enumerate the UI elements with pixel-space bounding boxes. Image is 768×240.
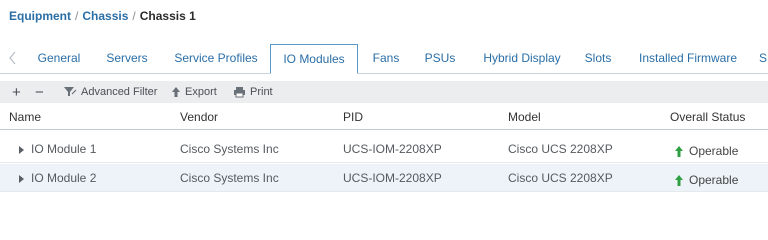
advanced-filter-button[interactable]: Advanced Filter bbox=[63, 81, 157, 103]
print-button[interactable]: Print bbox=[233, 81, 273, 103]
tab-slots[interactable]: Slots bbox=[578, 44, 618, 74]
tab-servers[interactable]: Servers bbox=[98, 44, 156, 74]
breadcrumb-separator: / bbox=[75, 9, 79, 23]
breadcrumb-equipment[interactable]: Equipment bbox=[9, 9, 71, 23]
column-header-model[interactable]: Model bbox=[508, 105, 541, 130]
tab-installed-firmware[interactable]: Installed Firmware bbox=[632, 44, 744, 74]
cell-vendor: Cisco Systems Inc bbox=[180, 142, 279, 156]
minus-icon: − bbox=[35, 83, 44, 101]
export-label: Export bbox=[185, 86, 217, 98]
column-header-name[interactable]: Name bbox=[9, 105, 41, 130]
cell-overall-status: Operable bbox=[675, 166, 738, 194]
cell-model: Cisco UCS 2208XP bbox=[508, 171, 613, 185]
remove-button[interactable]: − bbox=[35, 81, 44, 103]
breadcrumb-current: Chassis 1 bbox=[139, 9, 196, 23]
cell-pid: UCS-IOM-2208XP bbox=[343, 171, 442, 185]
breadcrumb-chassis[interactable]: Chassis bbox=[82, 9, 128, 23]
advanced-filter-label: Advanced Filter bbox=[81, 86, 158, 98]
column-header-overall-status[interactable]: Overall Status bbox=[670, 105, 745, 130]
tab-hybrid-display[interactable]: Hybrid Display bbox=[476, 44, 568, 74]
expand-arrow-icon[interactable] bbox=[19, 175, 24, 183]
table-row[interactable]: IO Module 2 Cisco Systems Inc UCS-IOM-22… bbox=[0, 164, 768, 192]
status-up-arrow-icon bbox=[675, 175, 683, 186]
cell-model: Cisco UCS 2208XP bbox=[508, 142, 613, 156]
add-button[interactable]: + bbox=[12, 81, 21, 103]
cell-overall-status: Operable bbox=[675, 137, 738, 165]
export-icon bbox=[172, 87, 180, 97]
cell-name: IO Module 1 bbox=[31, 142, 97, 156]
column-header-pid[interactable]: PID bbox=[343, 105, 363, 130]
table-row[interactable]: IO Module 1 Cisco Systems Inc UCS-IOM-22… bbox=[0, 135, 768, 163]
column-header-vendor[interactable]: Vendor bbox=[180, 105, 218, 130]
plus-icon: + bbox=[12, 83, 21, 101]
tab-scroll-left-icon[interactable] bbox=[8, 50, 22, 66]
export-button[interactable]: Export bbox=[171, 81, 217, 103]
tab-psus[interactable]: PSUs bbox=[418, 44, 462, 74]
table-header: Name Vendor PID Model Overall Status bbox=[0, 105, 768, 130]
print-label: Print bbox=[250, 86, 273, 98]
status-up-arrow-icon bbox=[675, 146, 683, 157]
breadcrumb: Equipment / Chassis / Chassis 1 bbox=[9, 9, 196, 23]
expand-arrow-icon[interactable] bbox=[19, 146, 24, 154]
tab-truncated[interactable]: S bbox=[756, 44, 768, 74]
status-label: Operable bbox=[689, 144, 739, 158]
printer-icon bbox=[234, 87, 245, 98]
tab-general[interactable]: General bbox=[30, 44, 88, 74]
tab-service-profiles[interactable]: Service Profiles bbox=[168, 44, 264, 74]
cell-name: IO Module 2 bbox=[31, 171, 97, 185]
tab-fans[interactable]: Fans bbox=[366, 44, 406, 74]
status-label: Operable bbox=[689, 173, 739, 187]
tab-io-modules[interactable]: IO Modules bbox=[270, 44, 358, 74]
cell-vendor: Cisco Systems Inc bbox=[180, 171, 279, 185]
cell-pid: UCS-IOM-2208XP bbox=[343, 142, 442, 156]
toolbar: + − Advanced Filter Export Print bbox=[0, 81, 768, 103]
breadcrumb-separator: / bbox=[132, 9, 136, 23]
filter-icon bbox=[64, 87, 77, 96]
tab-bar: General Servers Service Profiles IO Modu… bbox=[0, 44, 768, 74]
